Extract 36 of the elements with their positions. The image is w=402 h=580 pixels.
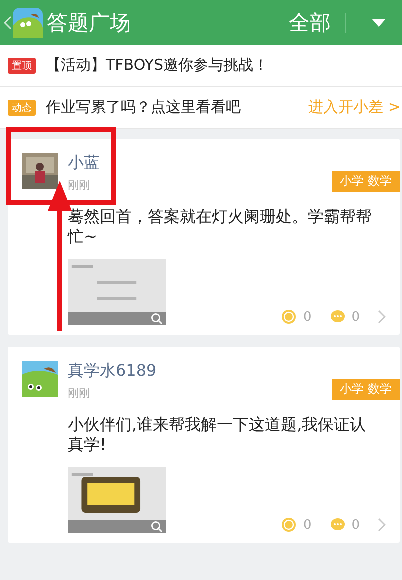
comment-count: 0 [352, 518, 360, 532]
reward-count: 0 [303, 518, 312, 532]
notice-text: 作业写累了吗？点这里看看吧 [46, 98, 242, 117]
avatar [22, 361, 58, 397]
post-time: 刚刚 [68, 386, 91, 401]
comment-icon [330, 517, 346, 533]
question-card[interactable]: 真学水6189 刚刚 小学 数学 小伙伴们,谁来帮我解一下这道题,我保证认真学! 0 0 [8, 347, 400, 543]
search-icon [151, 312, 163, 324]
caret-icon[interactable] [372, 18, 386, 26]
notice-row[interactable]: 置顶 【活动】TFBOYS邀你参与挑战！ [0, 45, 402, 87]
notice-badge: 动态 [8, 100, 36, 116]
coin-icon [281, 309, 298, 325]
page-title: 答题广场 [47, 10, 132, 36]
chevron-icon[interactable] [378, 310, 386, 324]
question-card[interactable]: 小蓝 刚刚 小学 数学 蓦然回首，答案就在灯火阑珊处。学霸帮帮忙~ 0 0 [8, 139, 400, 335]
notice-badge: 置顶 [8, 58, 36, 74]
comment-icon [330, 309, 346, 325]
question-text: 蓦然回首，答案就在灯火阑珊处。学霸帮帮忙~ [68, 207, 373, 247]
comment-count: 0 [352, 310, 360, 324]
notice-row[interactable]: 动态 作业写累了吗？点这里看看吧 进入开小差 > [0, 87, 402, 129]
image-caption-bar[interactable] [68, 312, 166, 325]
coin-icon [281, 517, 298, 533]
search-icon [151, 520, 163, 532]
image-caption-bar[interactable] [68, 520, 166, 533]
reward-count: 0 [303, 310, 312, 324]
question-text: 小伙伴们,谁来帮我解一下这道题,我保证认真学! [68, 415, 368, 455]
subject-tag: 小学 数学 [332, 171, 400, 192]
avatar [22, 153, 58, 189]
app-logo-icon [13, 8, 43, 38]
notice-text: 【活动】TFBOYS邀你参与挑战！ [46, 56, 270, 75]
user-name[interactable]: 真学水6189 [68, 361, 332, 382]
chevron-icon[interactable] [378, 518, 386, 532]
subject-tag: 小学 数学 [332, 379, 400, 400]
back-icon[interactable] [4, 16, 12, 30]
post-time: 刚刚 [68, 178, 91, 193]
user-name[interactable]: 小蓝 [68, 153, 332, 174]
